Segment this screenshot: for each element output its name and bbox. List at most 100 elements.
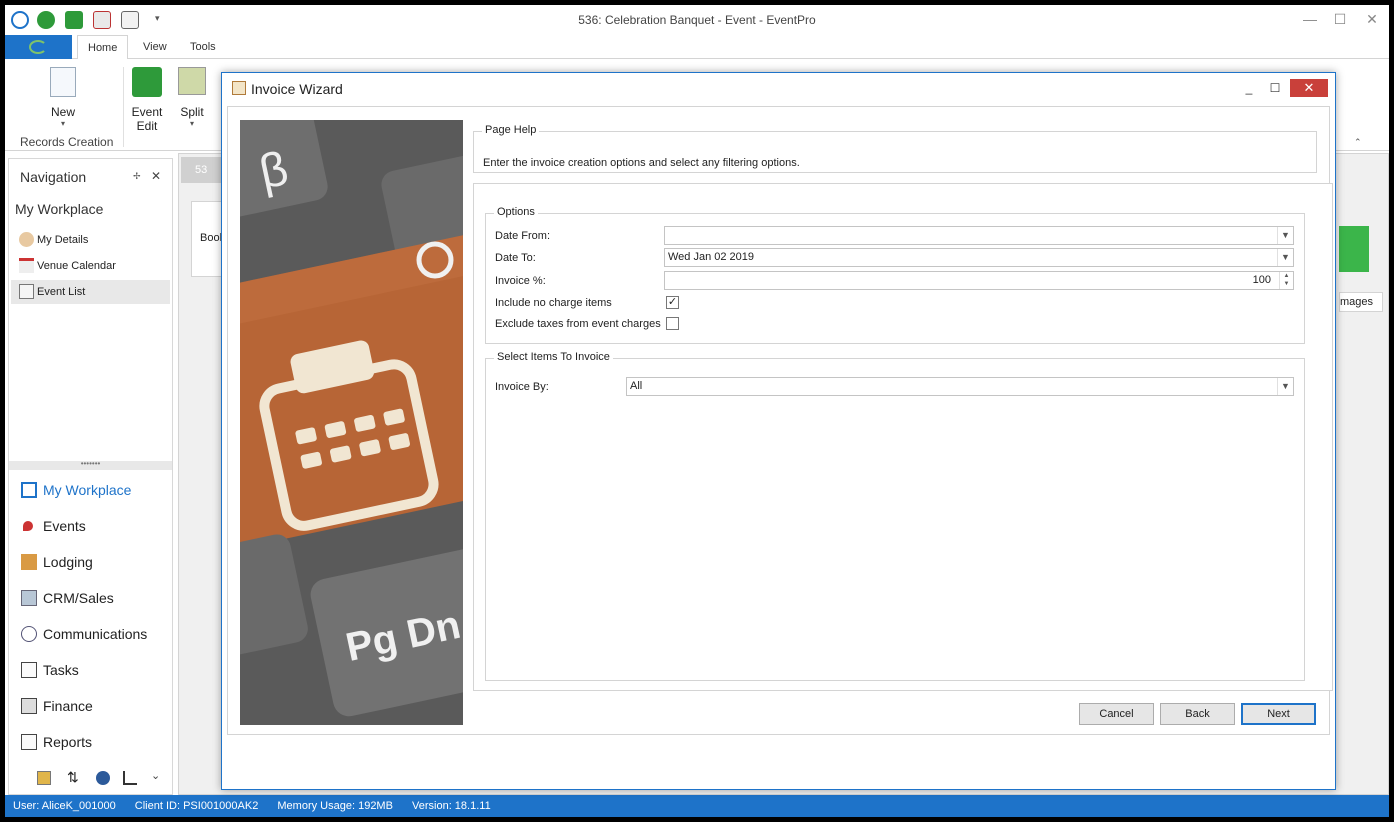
chevron-down-icon[interactable]: ▼ (1277, 249, 1293, 266)
invoice-by-select[interactable]: All ▼ (626, 377, 1294, 396)
nav-item-my-details[interactable]: My Details (11, 228, 170, 252)
new-label: New (50, 105, 75, 119)
page-help-label: Page Help (482, 124, 540, 136)
records-creation-group-label: Records Creation (20, 135, 114, 149)
dialog-title: Invoice Wizard (251, 81, 343, 97)
status-memory: Memory Usage: 192MB (277, 800, 393, 812)
collapse-ribbon-icon[interactable]: ⌃ (1354, 137, 1362, 148)
module-tasks[interactable]: Tasks (17, 657, 167, 683)
nav-item-event-list[interactable]: Event List (11, 280, 170, 304)
navigation-header: Navigation (20, 169, 87, 185)
images-tab[interactable]: mages (1339, 292, 1383, 312)
module-label: Finance (43, 698, 93, 714)
app-logo-icon (29, 40, 47, 54)
user-icon (19, 232, 34, 247)
module-label: Communications (43, 626, 148, 642)
invoice-by-label: Invoice By: (495, 381, 549, 393)
dialog-title-bar: Invoice Wizard _ ☐ ✕ (222, 73, 1335, 103)
include-no-charge-label: Include no charge items (495, 297, 612, 309)
date-to-field[interactable]: Wed Jan 02 2019 ▼ (664, 248, 1294, 267)
maximize-icon[interactable]: ☐ (1331, 11, 1349, 27)
event-tab[interactable]: 53 (181, 157, 221, 183)
module-my-workplace[interactable]: My Workplace (17, 477, 167, 503)
tab-view[interactable]: View (133, 35, 177, 59)
status-version: Version: 18.1.11 (412, 800, 491, 812)
new-document-icon (50, 67, 76, 97)
report-icon (21, 734, 37, 750)
status-client-id: Client ID: PSI001000AK2 (134, 800, 259, 812)
include-no-charge-checkbox[interactable]: ✓ (666, 296, 679, 309)
status-user: User: AliceK_001000 (13, 800, 116, 812)
minimize-icon[interactable]: — (1301, 11, 1319, 27)
dialog-maximize-icon[interactable]: ☐ (1267, 81, 1283, 95)
resources-icon[interactable] (37, 771, 51, 785)
module-crm-sales[interactable]: CRM/Sales (17, 585, 167, 611)
nav-splitter[interactable]: ••••••• (9, 460, 172, 470)
module-label: Reports (43, 734, 93, 750)
module-finance[interactable]: Finance (17, 693, 167, 719)
date-to-value: Wed Jan 02 2019 (668, 251, 755, 263)
sort-icon[interactable]: ⇅ (67, 769, 79, 786)
spin-arrows-icon[interactable]: ▲ ▼ (1279, 272, 1293, 289)
module-lodging[interactable]: Lodging (17, 549, 167, 575)
keyboard-illustration: β Pg Dn E (240, 120, 463, 725)
menu-bar: Home View Tools (5, 35, 1389, 60)
chevron-down-icon[interactable]: ▼ (1277, 227, 1293, 244)
module-communications[interactable]: Communications (17, 621, 167, 647)
select-items-group: Select Items To Invoice (485, 351, 1305, 681)
nav-item-venue-calendar[interactable]: Venue Calendar (11, 254, 170, 278)
date-to-label: Date To: (495, 252, 536, 264)
calculator-icon (21, 698, 37, 714)
globe-icon[interactable] (96, 771, 110, 785)
chevron-down-icon[interactable]: ▼ (1277, 378, 1293, 395)
chevron-down-icon[interactable]: ⌄ (151, 769, 160, 782)
select-items-label: Select Items To Invoice (494, 351, 613, 363)
invoice-wizard-icon (232, 81, 246, 95)
tab-tools[interactable]: Tools (180, 35, 226, 59)
invoice-percent-label: Invoice %: (495, 275, 546, 287)
invoice-wizard-dialog: Invoice Wizard _ ☐ ✕ β Pg Dn Page Help E… (221, 72, 1336, 790)
nav-section-title: My Workplace (15, 201, 104, 217)
nav-item-label: Venue Calendar (37, 260, 116, 272)
pin-icon[interactable]: ✢ (133, 171, 141, 182)
event-edit-label: Event Edit (131, 105, 163, 133)
home-icon (21, 482, 37, 498)
close-pane-icon[interactable]: ✕ (151, 169, 161, 183)
clipboard-icon (21, 662, 37, 678)
chevron-down-icon: ▾ (189, 119, 194, 128)
exclude-taxes-checkbox[interactable] (666, 317, 679, 330)
module-label: Lodging (43, 554, 93, 570)
split-button[interactable]: Split ▾ (175, 67, 209, 128)
module-label: Events (43, 518, 86, 534)
gear-icon (132, 67, 162, 97)
nav-item-label: Event List (37, 286, 86, 298)
module-events[interactable]: Events (17, 513, 167, 539)
wizard-keyboard-image: β Pg Dn E (240, 120, 463, 725)
page-help-text: Enter the invoice creation options and s… (483, 157, 800, 169)
next-button[interactable]: Next (1241, 703, 1316, 725)
new-button[interactable]: New ▾ (45, 67, 81, 128)
invoice-percent-value: 100 (1252, 274, 1271, 286)
nav-item-label: My Details (37, 234, 89, 246)
navigation-pane: Navigation ✢ ✕ My Workplace My Details V… (8, 158, 173, 795)
dialog-minimize-icon[interactable]: _ (1241, 81, 1257, 95)
ribbon-divider (123, 67, 124, 147)
date-from-field[interactable]: ▼ (664, 226, 1294, 245)
event-edit-button[interactable]: Event Edit (129, 67, 165, 133)
module-reports[interactable]: Reports (17, 729, 167, 755)
invoice-percent-stepper[interactable]: 100 ▲ ▼ (664, 271, 1294, 290)
close-icon[interactable]: ✕ (1363, 11, 1381, 27)
split-icon (178, 67, 206, 95)
tab-home[interactable]: Home (77, 35, 129, 60)
cancel-button[interactable]: Cancel (1079, 703, 1154, 725)
contacts-icon (21, 590, 37, 606)
back-button[interactable]: Back (1160, 703, 1235, 725)
chart-icon[interactable] (123, 771, 137, 785)
file-menu-button[interactable] (5, 35, 72, 59)
status-indicator (1339, 226, 1369, 272)
window-title: 536: Celebration Banquet - Event - Event… (578, 13, 816, 27)
dialog-close-icon[interactable]: ✕ (1290, 79, 1328, 97)
dialog-footer (227, 734, 1330, 786)
status-bar: User: AliceK_001000 Client ID: PSI001000… (5, 795, 1389, 817)
bed-icon (21, 554, 37, 570)
